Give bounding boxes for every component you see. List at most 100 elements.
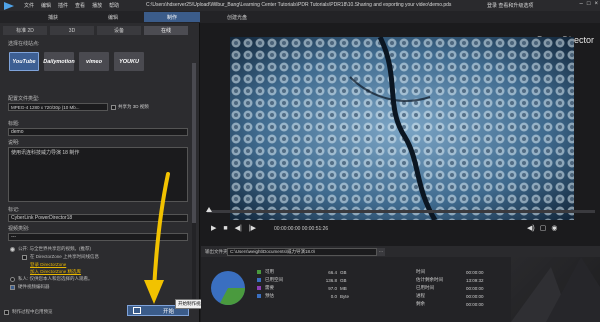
login-link[interactable]: 登录 查看和升级选项 — [487, 2, 533, 9]
preview-panel: PowerDirector ▶ ■ ◀| |▶ — [201, 23, 600, 322]
annotation-arrow-icon — [144, 172, 170, 304]
profile-type-select[interactable]: MPEG-4 1280 x 720/30p (10 Mb... — [8, 103, 108, 111]
legend-value: 136.8 — [325, 277, 337, 283]
info-row: 估计剩余时间 13:09:32 — [416, 276, 484, 284]
dz-share-row: 在 DirectorZone 上共享时间线信息 — [22, 254, 99, 260]
preview-during-checkbox[interactable] — [4, 309, 9, 315]
legend-unit: Byte — [340, 293, 350, 299]
output-folder-field[interactable]: C:\Users\weight\Documents\威力导演18.0\ — [227, 248, 377, 256]
info-key: 剩余 — [416, 301, 425, 306]
vimeo-button[interactable]: vimeo — [79, 52, 109, 71]
info-value: 00:00:00 — [466, 285, 484, 291]
legend-value: 97.0 — [328, 285, 337, 291]
tab-3d[interactable]: 3D — [50, 26, 94, 35]
tab-online[interactable]: 在线 — [144, 26, 188, 35]
time-info: 时间 00:00:00 估计剩余时间 13:09:32 已用时间 00:00:00 进… — [416, 268, 484, 308]
legend-swatch — [257, 278, 261, 282]
legend-row: 已用空间 136.8 GB — [257, 276, 349, 284]
menu-file[interactable]: 文件 — [24, 2, 34, 9]
profile-type-label: 配置文件类型: — [8, 96, 40, 102]
share-3d-checkbox[interactable] — [111, 104, 116, 110]
mode-tabs: 捕获 编辑 制作 创建光盘 — [0, 11, 600, 23]
play-icon[interactable]: ▶ — [211, 224, 216, 232]
info-row: 剩余 00:00:00 — [416, 300, 484, 308]
menu-help[interactable]: 帮助 — [109, 2, 119, 9]
next-frame-icon[interactable]: |▶ — [249, 224, 256, 232]
project-path: C:\Users\hdserver25\Upload\Wilbur_Bang\L… — [146, 2, 452, 8]
dz-share-checkbox[interactable] — [22, 254, 27, 260]
legend-label: 需要 — [265, 285, 274, 290]
title-field[interactable]: demo — [8, 128, 188, 136]
legend-value: 66.4 — [328, 269, 337, 275]
browse-folder-button[interactable]: … — [377, 248, 385, 256]
info-key: 已用时间 — [416, 285, 434, 290]
private-radio[interactable] — [10, 276, 15, 282]
legend-label: 可用 — [265, 269, 274, 274]
preview-tools: ◀) ▢ ◉ — [527, 224, 557, 232]
info-key: 估计剩余时间 — [416, 277, 443, 282]
legend-row: 需要 97.0 MB — [257, 284, 349, 292]
disk-stats-panel: 可用 66.4 GB 已用空间 136.8 GB 需要 97.0 MB 预估 0… — [201, 257, 600, 322]
private-label: 私人: 仅供您本人和您选择的人观看。 — [18, 276, 93, 281]
public-radio[interactable] — [10, 246, 15, 252]
menu-play[interactable]: 播放 — [92, 2, 102, 9]
legend-label: 已用空间 — [265, 277, 283, 282]
video-frame-image — [230, 37, 574, 220]
category-label: 视频类别: — [8, 226, 30, 232]
maximize-icon[interactable]: □ — [587, 1, 591, 7]
share-3d-row: 共享为 3D 视频 — [111, 104, 149, 110]
login-directorzone-link[interactable]: 登录 DirectorZone — [30, 262, 66, 268]
disk-usage-pie-chart — [211, 271, 245, 305]
dailymotion-button[interactable]: Dailymotion — [43, 52, 75, 71]
legend-label: 预估 — [265, 293, 274, 298]
public-row: 公开: 与全世界共享您的视频。(推荐) — [10, 246, 91, 252]
info-row: 时间 00:00:00 — [416, 268, 484, 276]
tab-device[interactable]: 设备 — [97, 26, 141, 35]
menu-edit[interactable]: 编辑 — [41, 2, 51, 9]
youtube-button[interactable]: YouTube — [9, 52, 39, 71]
legend-value: 0.0 — [330, 293, 337, 299]
legend-row: 可用 66.4 GB — [257, 268, 349, 276]
menu-view[interactable]: 查看 — [75, 2, 85, 9]
snapshot-icon[interactable]: ◉ — [551, 224, 557, 232]
legend-unit: MB — [340, 285, 347, 291]
tab-capture[interactable]: 捕获 — [30, 12, 76, 22]
tab-create-disc[interactable]: 创建光盘 — [214, 12, 260, 22]
select-site-label: 选择在线站点: — [8, 41, 40, 47]
info-row: 进程 00:00:00 — [416, 292, 484, 300]
timeline-scrubber[interactable] — [207, 210, 595, 213]
tab-standard-2d[interactable]: 标准 2D — [3, 26, 47, 35]
share-3d-label: 共享为 3D 视频 — [118, 104, 149, 109]
preview-during-row: 制作过程中启用预览 — [4, 309, 53, 315]
tab-produce[interactable]: 制作 — [144, 12, 200, 22]
legend-unit: GB — [340, 277, 347, 283]
hw-encoder-checkbox[interactable] — [10, 284, 15, 290]
info-row: 已用时间 00:00:00 — [416, 284, 484, 292]
info-key: 时间 — [416, 269, 425, 274]
tab-edit[interactable]: 编辑 — [90, 12, 136, 22]
sub-tabs: 标准 2D 3D 设备 在线 — [3, 26, 188, 35]
youku-button[interactable]: YOUKU — [114, 52, 144, 71]
platform-list: YouTube Dailymotion vimeo YOUKU — [9, 52, 144, 71]
fullscreen-icon[interactable]: ▢ — [540, 224, 547, 232]
scrubber-knob-icon[interactable] — [206, 207, 212, 212]
output-folder-bar: 输出文件夹: C:\Users\weight\Documents\威力导演18.… — [201, 246, 600, 257]
legend-swatch — [257, 294, 261, 298]
previous-frame-icon[interactable]: ◀| — [235, 224, 242, 232]
stop-icon[interactable]: ■ — [223, 225, 227, 232]
title-label: 标题: — [8, 121, 20, 127]
dz-join-row: 加入 DirectorZone 精选库 — [30, 269, 81, 275]
volume-icon[interactable]: ◀) — [527, 224, 535, 232]
app-logo-icon — [0, 0, 18, 11]
description-label: 说明: — [8, 140, 20, 146]
settings-scrollbar-thumb[interactable] — [192, 63, 196, 223]
join-directorzone-link[interactable]: 加入 DirectorZone 精选库 — [30, 269, 81, 275]
dz-share-label: 在 DirectorZone 上共享时间线信息 — [30, 254, 100, 259]
timecode: 00:00:00:00 00:00:51:26 — [274, 226, 329, 232]
playback-controls: ▶ ■ ◀| |▶ — [211, 224, 256, 233]
close-icon[interactable]: × — [594, 1, 598, 7]
preview-during-label: 制作过程中启用预览 — [12, 309, 53, 314]
menu-plugins[interactable]: 插件 — [58, 2, 68, 9]
window-controls: – □ × — [580, 1, 598, 7]
minimize-icon[interactable]: – — [580, 1, 583, 7]
